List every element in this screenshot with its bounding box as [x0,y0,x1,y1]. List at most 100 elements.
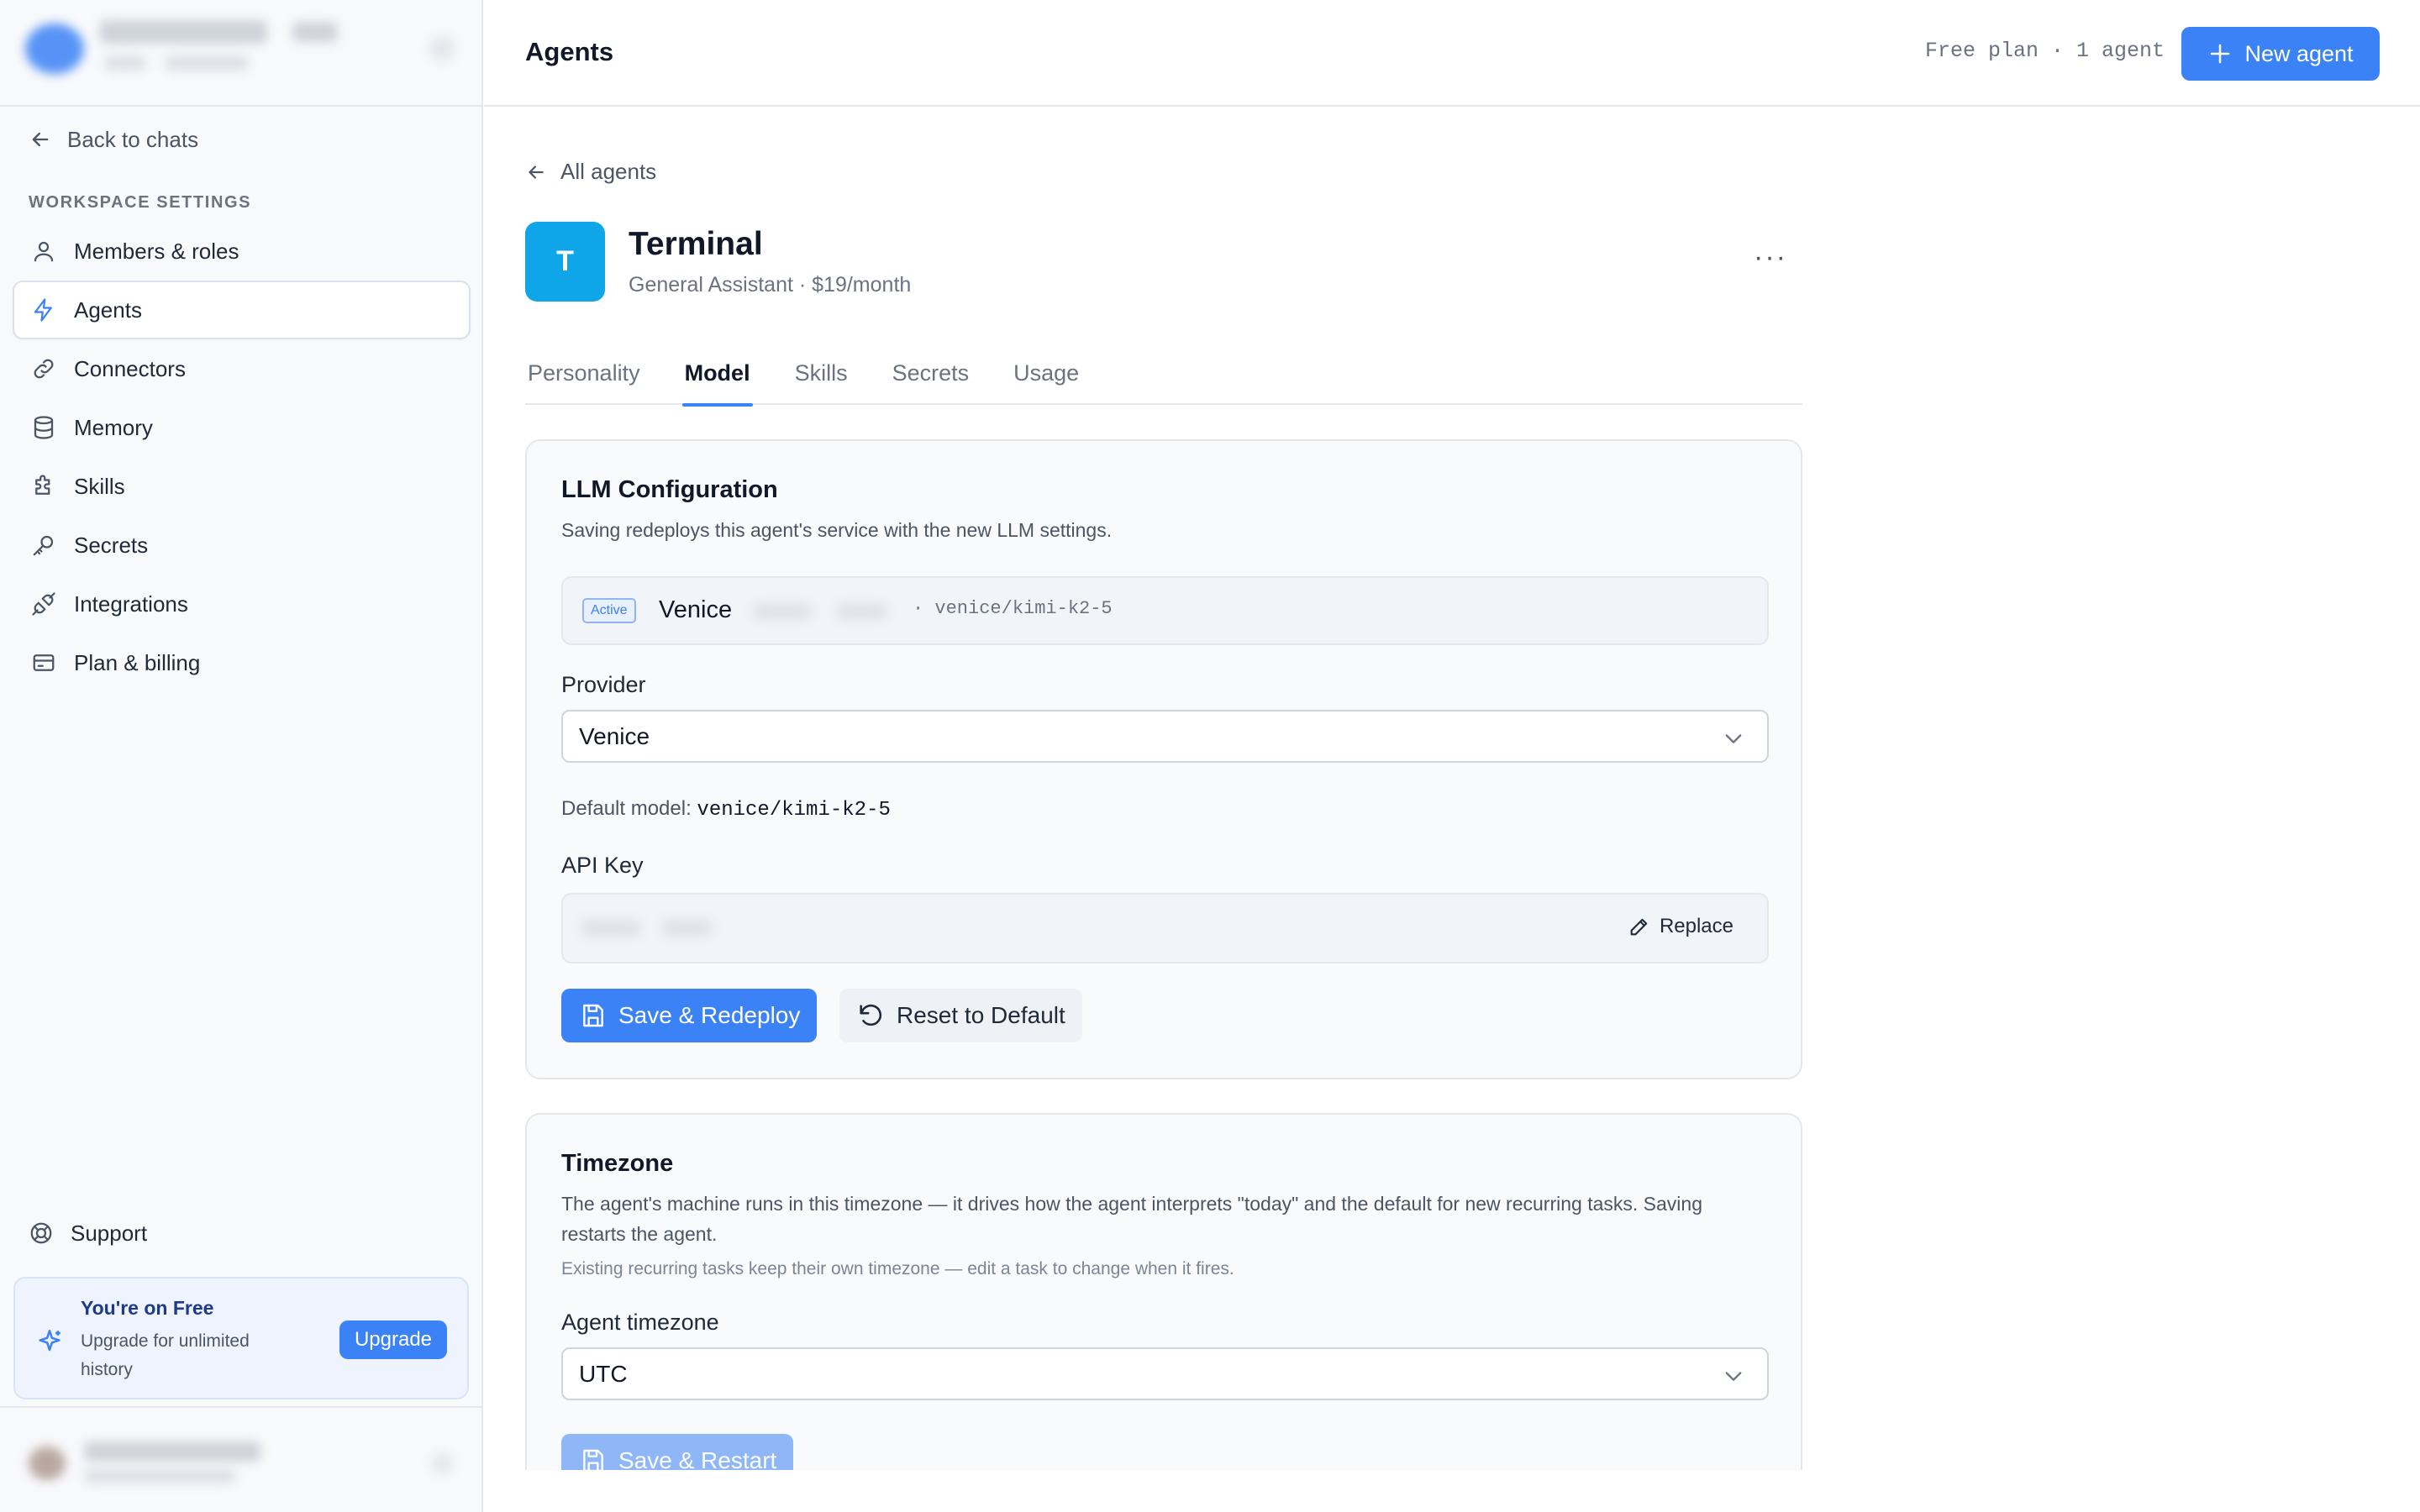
tab-personality[interactable]: Personality [525,342,643,405]
tab-usage[interactable]: Usage [1011,342,1081,405]
replace-label: Replace [1659,915,1733,937]
save-restart-button[interactable]: Save & Restart [561,1434,794,1470]
sidebar-item-label: Skills [74,473,125,499]
workspace-switcher[interactable] [0,0,481,107]
sidebar: Back to chats WORKSPACE SETTINGS Members… [0,0,483,1512]
timezone-select[interactable]: UTC [561,1347,1769,1400]
back-to-chats-label: Back to chats [67,126,199,152]
masked-api-key [662,920,713,937]
all-agents-label: All agents [560,159,657,184]
default-model-hint: Default model: venice/kimi-k2-5 [561,794,891,826]
user-email-redacted [84,1468,235,1483]
sidebar-item-secrets[interactable]: Secrets [13,516,471,575]
undo-icon [860,1004,882,1026]
workspace-badge-redacted [292,22,338,42]
llm-configuration-card: LLM Configuration Saving redeploys this … [525,439,1802,1079]
tab-secrets[interactable]: Secrets [890,342,972,405]
sidebar-item-memory[interactable]: Memory [13,398,471,457]
more-options-icon[interactable]: ··· [1754,241,1787,274]
sparkle-icon [39,1329,60,1352]
workspace-meta-redacted [104,55,146,71]
sidebar-item-label: Integrations [74,591,188,617]
redacted-detail [753,603,812,620]
sidebar-item-integrations[interactable]: Integrations [13,575,471,633]
agent-subtitle: General Assistant · $19/month [629,273,912,297]
llm-card-title: LLM Configuration [561,476,778,503]
active-model-id: · venice/kimi-k2-5 [913,598,1113,619]
upgrade-subtitle: Upgrade for unlimited history [81,1331,250,1379]
sidebar-item-label: Plan & billing [74,649,201,675]
timezone-card: Timezone The agent's machine runs in thi… [525,1113,1802,1470]
upgrade-button[interactable]: Upgrade [339,1320,447,1359]
workspace-meta-redacted [165,55,249,71]
llm-card-description: Saving redeploys this agent's service wi… [561,519,1113,541]
sidebar-item-label: Connectors [74,355,186,381]
arrow-left-icon [529,165,544,179]
arrow-left-icon [32,132,49,147]
new-agent-button[interactable]: New agent [2181,27,2380,81]
support-label: Support [71,1220,148,1246]
puzzle-icon [30,473,57,500]
workspace-name-redacted [99,20,267,44]
user-menu[interactable] [0,1406,481,1512]
save-redeploy-button[interactable]: Save & Redeploy [561,989,818,1042]
sidebar-item-connectors[interactable]: Connectors [13,339,471,398]
user-name-redacted [84,1441,260,1462]
active-provider: Venice [659,596,733,623]
credit-card-icon [30,649,57,676]
all-agents-link[interactable]: All agents [525,159,656,185]
agent-detail: All agents T Terminal General Assistant … [525,107,1802,1470]
timezone-value: UTC [579,1360,628,1387]
active-model-summary: Active Venice · venice/kimi-k2-5 [561,576,1769,645]
reset-default-button[interactable]: Reset to Default [839,989,1082,1042]
workspace-avatar [25,24,84,74]
api-key-label: API Key [561,853,644,878]
replace-api-key-button[interactable]: Replace [1628,915,1733,938]
reset-default-label: Reset to Default [897,1002,1065,1028]
pencil-icon [1630,918,1648,936]
sidebar-item-label: Secrets [74,532,149,558]
timezone-card-description: The agent's machine runs in this timezon… [561,1193,1702,1245]
settings-nav: Members & roles Agents Connectors Memory… [13,222,471,692]
database-icon [30,414,57,441]
support-link[interactable]: Support [29,1216,147,1250]
save-redeploy-label: Save & Redeploy [618,1002,801,1028]
new-agent-label: New agent [2244,40,2354,66]
provider-select[interactable]: Venice [561,710,1769,763]
plus-icon [2211,44,2230,64]
agent-avatar: T [525,222,605,302]
back-to-chats-link[interactable]: Back to chats [29,123,198,156]
upgrade-title: You're on Free [81,1297,214,1319]
sidebar-item-label: Memory [74,414,153,440]
agent-name: Terminal [629,226,763,262]
lifebuoy-icon [30,1222,52,1244]
redacted-detail [837,603,887,620]
key-icon [30,532,57,559]
sidebar-item-agents[interactable]: Agents [13,281,471,339]
provider-label: Provider [561,672,646,697]
top-bar: Agents Free plan · 1 agent New agent [484,0,2420,107]
plan-status: Free plan · 1 agent [1924,39,2165,63]
plug-icon [30,591,57,617]
default-model-prefix: Default model: [561,797,692,820]
workspace-toggle-icon[interactable] [430,37,454,60]
provider-value: Venice [579,722,650,749]
tab-skills[interactable]: Skills [792,342,850,405]
upgrade-card: You're on Free Upgrade for unlimited his… [13,1277,469,1399]
sidebar-item-skills[interactable]: Skills [13,457,471,516]
workspace-settings-heading: WORKSPACE SETTINGS [29,193,252,212]
user-icon [30,238,57,265]
tab-model[interactable]: Model [681,342,753,407]
save-restart-label: Save & Restart [618,1447,777,1470]
timezone-card-title: Timezone [561,1150,674,1177]
chevron-down-icon [1725,1372,1742,1381]
api-key-field: Replace [561,893,1769,963]
sidebar-item-members-roles[interactable]: Members & roles [13,222,471,281]
page-title: Agents [525,37,614,66]
timezone-note: Existing recurring tasks keep their own … [561,1259,1234,1278]
masked-api-key [581,920,640,937]
chevron-icon[interactable] [432,1453,452,1473]
sidebar-item-plan-billing[interactable]: Plan & billing [13,633,471,692]
save-icon [583,1449,603,1470]
active-badge: Active [582,598,636,623]
